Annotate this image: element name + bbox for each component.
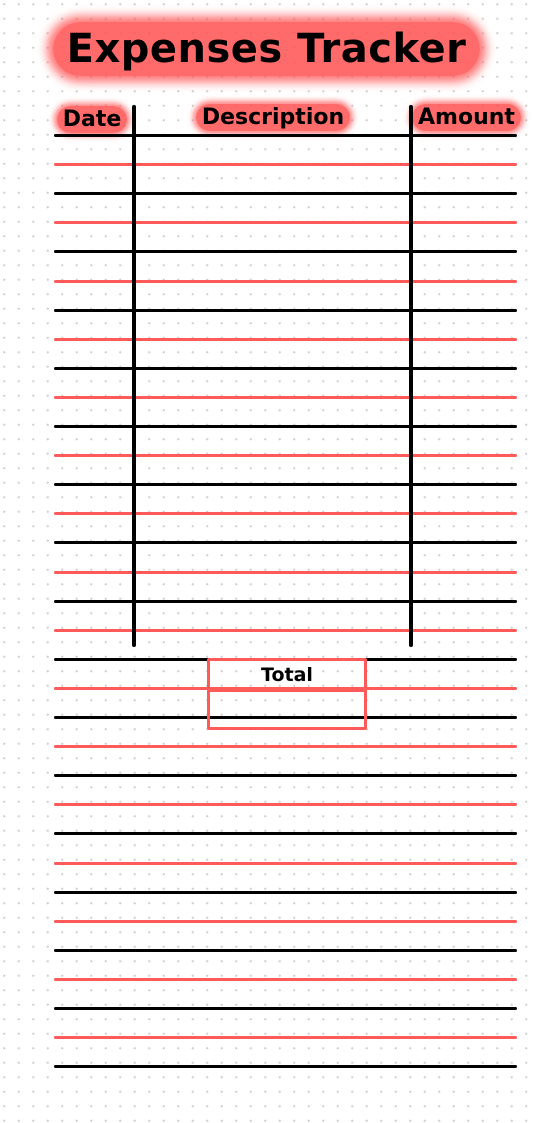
table-row[interactable] [54,1010,517,1065]
table-row[interactable] [54,544,517,599]
total-value-field[interactable] [210,692,364,727]
date-column-divider [132,105,136,647]
table-row[interactable] [54,1068,517,1123]
column-header-amount: Amount [412,104,521,131]
column-header-date: Date [52,106,132,133]
table-row[interactable] [54,195,517,250]
page-title-text: Expenses Tracker [52,22,481,76]
table-row[interactable] [54,370,517,425]
table-row[interactable] [54,486,517,541]
table-row[interactable] [54,253,517,308]
table-row[interactable] [54,312,517,367]
table-row[interactable] [54,894,517,949]
table-row[interactable] [54,952,517,1007]
table-row[interactable] [54,137,517,192]
table-row[interactable] [54,835,517,890]
column-header-description: Description [138,104,408,131]
total-label: Total [210,661,364,692]
page-title: Expenses Tracker [0,22,533,76]
table-row[interactable] [54,428,517,483]
table-row[interactable] [54,603,517,658]
total-box: Total [207,658,367,730]
amount-column-divider [409,105,413,647]
table-row[interactable] [54,777,517,832]
